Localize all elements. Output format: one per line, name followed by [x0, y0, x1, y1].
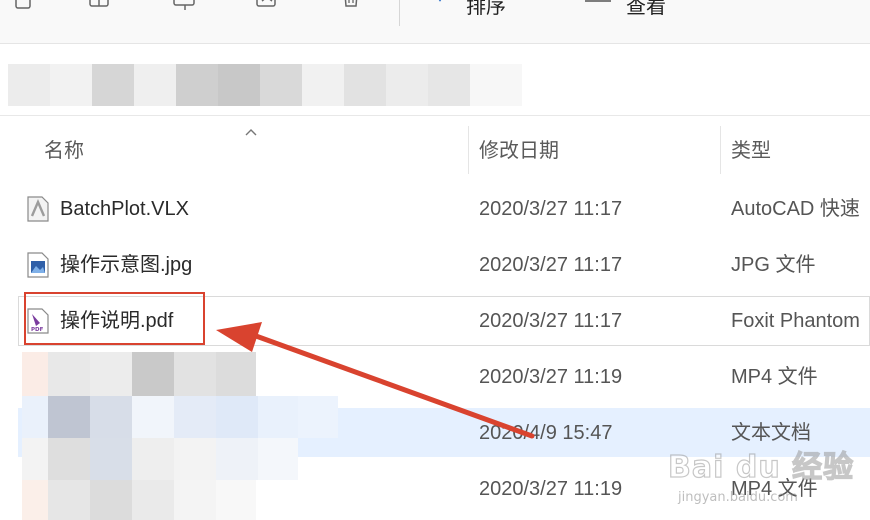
view-button[interactable]: 查看 — [626, 0, 666, 19]
file-name: BatchPlot.VLX — [60, 198, 189, 220]
file-type: MP4 文件 — [731, 366, 818, 388]
jpg-image-icon — [26, 252, 50, 278]
sort-ascending-icon — [244, 124, 258, 136]
header-divider — [0, 115, 870, 116]
file-type: AutoCAD 快速 — [731, 198, 860, 220]
file-row[interactable]: BatchPlot.VLX 2020/3/27 11:17 AutoCAD 快速 — [18, 184, 870, 234]
command-toolbar: 排序 查看 — [0, 0, 870, 44]
delete-icon[interactable] — [338, 0, 364, 14]
baidu-jingyan-watermark: Bai du 经验 jingyan.baidu.com — [667, 440, 870, 520]
address-bar[interactable] — [8, 64, 522, 106]
redacted-filename — [22, 480, 256, 520]
vlx-file-icon — [26, 196, 50, 222]
rename-icon[interactable] — [172, 0, 198, 14]
column-divider[interactable] — [468, 126, 469, 174]
toolbar-divider — [399, 0, 400, 26]
sort-arrows-icon — [432, 0, 458, 17]
redacted-filename — [22, 396, 338, 438]
file-date: 2020/3/27 11:17 — [479, 198, 623, 220]
column-header-type[interactable]: 类型 — [731, 126, 771, 176]
file-date: 2020/3/27 11:17 — [479, 254, 623, 276]
view-lines-icon — [584, 0, 612, 17]
watermark-brand: Bai du 经验 — [667, 449, 855, 485]
column-divider[interactable] — [720, 126, 721, 174]
redacted-filename — [22, 352, 256, 396]
column-header-date[interactable]: 修改日期 — [479, 126, 559, 176]
file-row[interactable]: 操作示意图.jpg 2020/3/27 11:17 JPG 文件 — [18, 240, 870, 290]
file-date: 2020/3/27 11:17 — [479, 310, 623, 332]
redacted-filename — [22, 438, 298, 480]
annotation-highlight-box — [24, 292, 205, 345]
file-date: 2020/3/27 11:19 — [479, 366, 623, 388]
column-header-name[interactable]: 名称 — [44, 126, 84, 176]
share-icon[interactable] — [254, 0, 280, 14]
copy-icon[interactable] — [11, 0, 37, 14]
file-type: Foxit Phantom — [731, 310, 860, 332]
paste-icon[interactable] — [88, 0, 114, 14]
file-type: JPG 文件 — [731, 254, 816, 276]
sort-button[interactable]: 排序 — [466, 0, 506, 19]
watermark-url: jingyan.baidu.com — [678, 490, 798, 505]
file-name: 操作示意图.jpg — [60, 254, 193, 276]
